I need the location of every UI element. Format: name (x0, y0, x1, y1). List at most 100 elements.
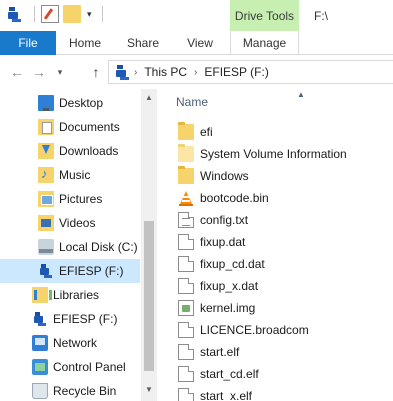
file-name: fixup_x.dat (200, 279, 259, 293)
file-name: start.elf (200, 345, 240, 359)
list-item[interactable]: Windows (160, 165, 393, 187)
title-bar: ▾ Drive Tools F:\ (0, 0, 393, 31)
nav-item-music[interactable]: Music (0, 163, 140, 187)
tab-share[interactable]: Share (114, 31, 172, 55)
nav-item-desktop[interactable]: Desktop (0, 91, 140, 115)
quick-access-toolbar: ▾ (6, 5, 109, 23)
nav-item-network[interactable]: Network (0, 331, 140, 355)
nav-item-recycle-bin[interactable]: Recycle Bin (0, 379, 140, 401)
nav-item-efiesp-selected[interactable]: EFIESP (F:) (0, 259, 140, 283)
nav-item-label: Downloads (59, 144, 119, 158)
nav-item-libraries[interactable]: Libraries (0, 283, 140, 307)
properties-icon[interactable] (41, 5, 59, 23)
address-row: ← → ▾ ↑ › This PC › EFIESP (F:) (0, 55, 393, 89)
list-item[interactable]: kernel.img (160, 297, 393, 319)
recycle-bin-icon (32, 383, 48, 399)
breadcrumb-separator-icon[interactable]: › (134, 67, 137, 78)
file-name: efi (200, 125, 213, 139)
nav-item-documents[interactable]: Documents (0, 115, 140, 139)
network-icon (32, 335, 48, 351)
tab-file[interactable]: File (0, 31, 56, 55)
list-item[interactable]: efi (160, 121, 393, 143)
nav-item-label: Desktop (59, 96, 104, 110)
scrollbar-thumb[interactable] (144, 221, 154, 371)
nav-item-label: Network (53, 336, 98, 350)
file-name: fixup.dat (200, 235, 246, 249)
nav-item-pictures[interactable]: Pictures (0, 187, 140, 211)
file-name: LICENCE.broadcom (200, 323, 309, 337)
documents-icon (38, 119, 54, 135)
list-item[interactable]: LICENCE.broadcom (160, 319, 393, 341)
list-item[interactable]: start_x.elf (160, 385, 393, 401)
forward-arrow-icon[interactable]: → (30, 63, 48, 81)
back-arrow-icon[interactable]: ← (8, 63, 26, 81)
list-item[interactable]: fixup.dat (160, 231, 393, 253)
music-icon (38, 166, 54, 183)
file-icon (178, 322, 194, 338)
qat-separator (34, 6, 35, 22)
new-folder-icon[interactable] (63, 5, 81, 23)
list-item[interactable]: config.txt (160, 209, 393, 231)
scroll-down-icon[interactable]: ▼ (141, 383, 157, 397)
nav-item-label: Documents (59, 120, 120, 134)
videos-icon (38, 215, 54, 231)
name-column-header[interactable]: Name (176, 95, 208, 109)
breadcrumb-separator-icon[interactable]: › (194, 67, 197, 78)
nav-item-downloads[interactable]: Downloads (0, 139, 140, 163)
nav-item-label: Recycle Bin (53, 384, 117, 398)
list-item[interactable]: fixup_x.dat (160, 275, 393, 297)
nav-item-videos[interactable]: Videos (0, 211, 140, 235)
nav-item-efiesp[interactable]: EFIESP (F:) (0, 307, 140, 331)
up-arrow-icon[interactable]: ↑ (87, 63, 105, 81)
navigation-pane: Desktop Documents Downloads Music Pictur… (0, 89, 140, 401)
tab-view[interactable]: View (172, 31, 228, 55)
nav-item-label: Music (59, 168, 91, 182)
nav-item-label: Control Panel (53, 360, 126, 374)
breadcrumb-efiesp[interactable]: EFIESP (F:) (204, 65, 268, 79)
folder-icon (178, 166, 194, 184)
text-file-icon (178, 212, 194, 228)
list-item[interactable]: bootcode.bin (160, 187, 393, 209)
control-panel-icon (32, 359, 48, 375)
nav-item-local-disk[interactable]: Local Disk (C:) (0, 235, 140, 259)
qat-dropdown-icon[interactable]: ▾ (87, 9, 92, 20)
breadcrumb-this-pc[interactable]: This PC (144, 65, 187, 79)
qat-separator (101, 6, 103, 22)
file-name: kernel.img (200, 301, 256, 315)
file-name: start_x.elf (200, 389, 253, 401)
file-name: Windows (200, 169, 249, 183)
tab-home[interactable]: Home (56, 31, 114, 55)
folder-icon (178, 144, 194, 162)
libraries-icon (32, 287, 52, 303)
file-name: bootcode.bin (200, 191, 269, 205)
nav-item-label: Local Disk (C:) (59, 240, 138, 254)
ribbon-tabs: File Home Share View Manage (0, 31, 393, 55)
window-title: F:\ (314, 9, 328, 23)
vlc-icon (178, 190, 194, 206)
address-bar[interactable]: › This PC › EFIESP (F:) (108, 60, 393, 84)
nav-item-label: EFIESP (F:) (59, 264, 124, 278)
file-name: config.txt (200, 213, 249, 227)
drive-tools-context-header: Drive Tools (230, 0, 299, 31)
recent-locations-dropdown-icon[interactable]: ▾ (54, 63, 66, 81)
downloads-icon (38, 143, 54, 159)
pictures-icon (38, 191, 54, 207)
scroll-up-icon[interactable]: ▲ (141, 91, 157, 105)
list-item[interactable]: fixup_cd.dat (160, 253, 393, 275)
drive-icon (38, 263, 54, 279)
file-icon (178, 344, 194, 360)
navigation-pane-scrollbar[interactable]: ▲ ▼ (141, 89, 157, 401)
list-item[interactable]: start_cd.elf (160, 363, 393, 385)
tab-manage[interactable]: Manage (230, 31, 299, 55)
list-item[interactable]: start.elf (160, 341, 393, 363)
nav-item-label: EFIESP (F:) (53, 312, 118, 326)
list-item[interactable]: System Volume Information (160, 143, 393, 165)
drive-icon (6, 5, 24, 23)
drive-icon (114, 63, 132, 81)
sort-ascending-icon: ▲ (297, 90, 305, 99)
file-icon (178, 366, 194, 382)
nav-item-control-panel[interactable]: Control Panel (0, 355, 140, 379)
file-name: System Volume Information (200, 147, 347, 161)
nav-item-label: Videos (59, 216, 96, 230)
file-icon (178, 234, 194, 250)
